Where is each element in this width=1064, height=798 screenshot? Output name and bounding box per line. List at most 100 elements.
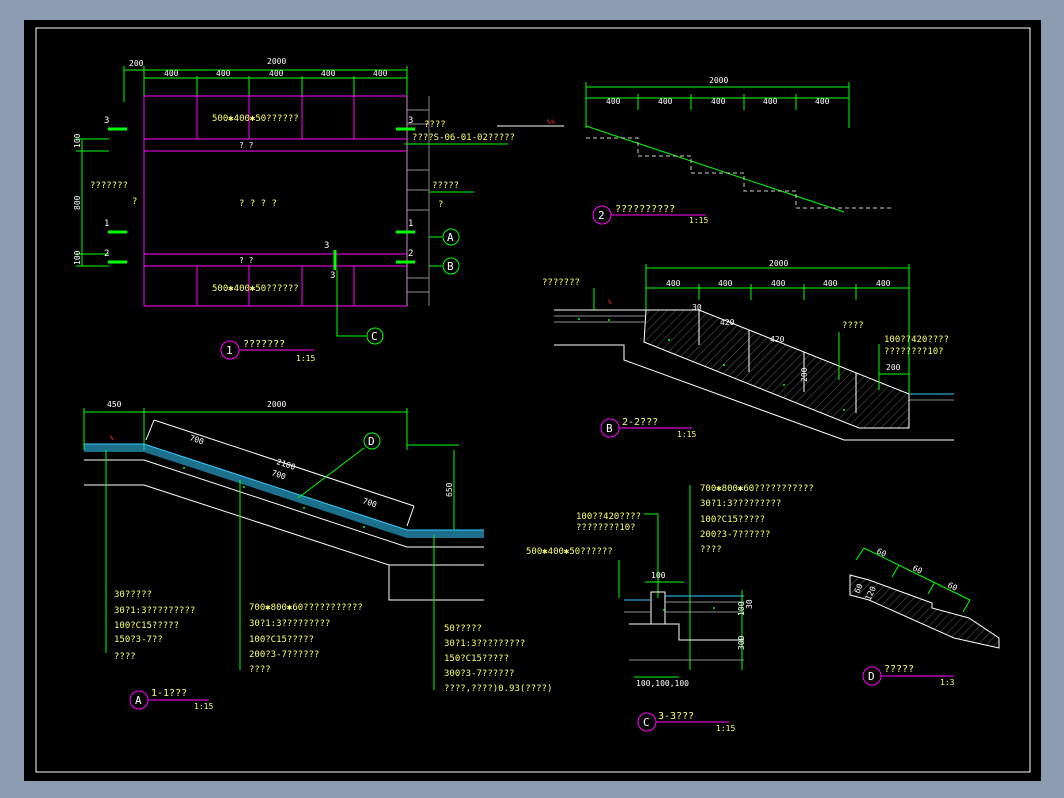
elev-dim-4: 400 (763, 97, 778, 106)
seca-right-1: 50????? (444, 624, 482, 634)
plan-left-dim-100b: 100 (73, 250, 82, 265)
detaild-title-num: D (868, 670, 875, 683)
secb-right-note2: 100??420???? (884, 335, 949, 345)
detail-d: 60 60 60 60 120 D ????? 1:3 (849, 547, 1000, 687)
secb-dim-1: 400 (666, 279, 681, 288)
plan-top-note: 500✱400✱50?????? (212, 114, 299, 124)
plan-right-note3: ????? (432, 181, 459, 191)
plan-q1: ? (132, 197, 137, 207)
plan-dim-400-5: 400 (373, 69, 388, 78)
seca-left-1: 30????? (114, 590, 152, 600)
plan-right-note1: ???? (424, 120, 446, 130)
secc-layer-4: 200?3-7?????? (700, 530, 770, 540)
detaild-dim-3: 60 (946, 581, 959, 593)
elev-dim-total: 2000 (709, 76, 728, 85)
seca-pct: % (110, 435, 114, 442)
plan-dim-400-4: 400 (321, 69, 336, 78)
seca-dim-2000: 2000 (267, 400, 286, 409)
seca-dim-450: 450 (107, 400, 122, 409)
seca-right-3: 150?C15????? (444, 654, 509, 664)
plan-left-dim-800: 800 (73, 195, 82, 210)
callout-b: B (447, 260, 454, 273)
plan-strip-bottom: ? ? (239, 256, 254, 265)
section-c: 700✱800✱60??????????? 30?1:3????????? 10… (526, 484, 814, 733)
detaild-title: ????? (884, 664, 914, 675)
seca-mid-1: 700✱800✱60??????????? (249, 603, 363, 613)
seca-dim-700b: 700 (270, 468, 287, 481)
secc-dims-bottom: 100,100,100 (636, 679, 689, 688)
plan-right-note2: ????S-06-01-02????? (412, 133, 515, 143)
marker-1-right: 1 (408, 219, 413, 229)
plan-view: 200 2000 400 400 400 400 400 500✱400✱50?… (73, 57, 564, 363)
seca-mid-2: 30?1:3????????? (249, 619, 330, 629)
marker-2-left: 2 (104, 249, 109, 259)
marker-1-left: 1 (104, 219, 109, 229)
plan-center-text: ? ? ? ? (239, 199, 277, 209)
elev-title-num: 2 (598, 209, 605, 222)
plan-left-dim-100a: 100 (73, 133, 82, 148)
seca-title-num: A (135, 694, 142, 707)
secc-dim-30: 30 (745, 599, 754, 609)
marker-3-top: 3 (324, 241, 329, 251)
plan-dim-400-1: 400 (164, 69, 179, 78)
seca-scale: 1:15 (194, 702, 213, 711)
secc-note2: ????????10? (576, 523, 636, 533)
seca-mid-4: 200?3-7?????? (249, 650, 319, 660)
plan-dim-side: 200 (129, 59, 144, 68)
secb-pct: % (608, 299, 612, 306)
secb-scale: 1:15 (677, 430, 696, 439)
marker-3-bottom: 3 (330, 271, 335, 281)
plan-scale: 1:15 (296, 354, 315, 363)
marker-3-left: 3 (104, 116, 109, 126)
secc-layer-2: 30?1:3????????? (700, 499, 781, 509)
secb-dim-4: 400 (823, 279, 838, 288)
secb-dim-5: 400 (876, 279, 891, 288)
plan-dim-400-2: 400 (216, 69, 231, 78)
secb-right-note3: ????????10? (884, 347, 944, 357)
secb-dim-200b: 200 (886, 363, 901, 372)
secc-dim-100v: 100 (737, 601, 746, 616)
section-b: 2000 400 400 400 400 400 30 420 420 200 … (542, 259, 954, 441)
elev-pct: % (551, 119, 555, 126)
seca-left-3: 100?C15????? (114, 621, 179, 631)
secc-note3: 500✱400✱50?????? (526, 547, 613, 557)
detaild-dim-2: 60 (911, 564, 924, 576)
elev-dim-2: 400 (658, 97, 673, 106)
secb-title-num: B (606, 422, 613, 435)
seca-left-2: 30?1:3????????? (114, 606, 195, 616)
secb-title: 2-2??? (622, 417, 658, 428)
secb-left-note: ??????? (542, 278, 580, 288)
secc-scale: 1:15 (716, 724, 735, 733)
elev-dim-5: 400 (815, 97, 830, 106)
seca-left-4: 150?3-7?? (114, 635, 163, 645)
secc-title-num: C (643, 716, 650, 729)
elev-dim-1: 400 (606, 97, 621, 106)
secc-layer-1: 700✱800✱60??????????? (700, 484, 814, 494)
drawing-frame: 200 2000 400 400 400 400 400 500✱400✱50?… (24, 20, 1041, 781)
detaild-dim-1: 60 (875, 547, 888, 559)
seca-mid-5: ???? (249, 665, 271, 675)
secc-layer-3: 100?C15????? (700, 515, 765, 525)
secb-dim-2: 400 (718, 279, 733, 288)
seca-dim-700c: 700 (361, 496, 378, 509)
elev-dim-3: 400 (711, 97, 726, 106)
secb-right-note1: ???? (842, 321, 864, 331)
secb-dim-total: 2000 (769, 259, 788, 268)
marker-2-right: 2 (408, 249, 413, 259)
plan-left-note: ??????? (90, 181, 128, 191)
secc-dim-300: 300 (737, 635, 746, 650)
section-a: 450 2000 700 2100 700 700 650 % D 30????… (83, 400, 552, 711)
secc-dim-100: 100 (651, 571, 666, 580)
secc-title: 3-3??? (658, 711, 694, 722)
plan-bottom-note: 500✱400✱50?????? (212, 284, 299, 294)
seca-mid-3: 100?C15????? (249, 635, 314, 645)
detaild-scale: 1:3 (940, 678, 955, 687)
plan-dim-total: 2000 (267, 57, 286, 66)
seca-callout-d: D (368, 435, 375, 448)
cad-drawing: 200 2000 400 400 400 400 400 500✱400✱50?… (35, 27, 1031, 773)
seca-right-4: 300?3-7?????? (444, 669, 514, 679)
callout-c: C (371, 330, 378, 343)
seca-dim-650: 650 (445, 482, 454, 497)
plan-title: ??????? (243, 339, 285, 350)
plan-dim-400-3: 400 (269, 69, 284, 78)
